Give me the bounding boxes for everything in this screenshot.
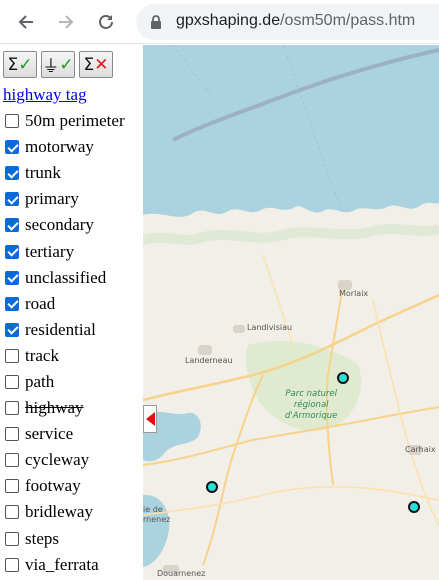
collapse-panel-button[interactable] (143, 405, 157, 433)
map-label-bay: ie de (143, 505, 163, 514)
tag-option-service[interactable]: service (5, 421, 125, 447)
sigma-icon: Σ (7, 54, 19, 75)
tag-option-cycleway[interactable]: cycleway (5, 447, 125, 473)
checkbox[interactable] (5, 479, 19, 494)
checkbox[interactable] (5, 140, 19, 155)
map-tiles (143, 45, 439, 580)
tag-label: service (25, 424, 74, 444)
tag-label: track (25, 345, 59, 365)
map-label-landivisiau: Landivisiau (247, 323, 293, 332)
tag-option-primary[interactable]: primary (5, 186, 125, 212)
back-button[interactable] (12, 8, 40, 36)
arrow-left-icon (18, 15, 33, 29)
ground-icon: ⏚ (42, 57, 60, 77)
address-bar[interactable]: gpxshaping.de/osm50m/pass.htm (136, 4, 439, 40)
map-label-bay-2: rnenez (143, 515, 171, 524)
tag-label: steps (25, 528, 59, 548)
url-text: gpxshaping.de/osm50m/pass.htm (176, 12, 416, 29)
select-ground-button[interactable]: ⏚ ✓ (41, 51, 75, 78)
checkbox[interactable] (5, 453, 19, 468)
reload-icon (99, 15, 113, 29)
tag-label: trunk (25, 163, 61, 183)
tag-label: 50m perimeter (25, 111, 125, 131)
map-label-carhaix: Carhaix (405, 445, 436, 454)
tag-label: highway (25, 398, 84, 418)
sigma-icon: Σ (83, 54, 95, 75)
tag-option-footway[interactable]: footway (5, 473, 125, 499)
checkbox[interactable] (5, 401, 19, 416)
checkbox[interactable] (5, 270, 19, 285)
tag-option-secondary[interactable]: secondary (5, 212, 125, 238)
tag-option-unclassified[interactable]: unclassified (5, 265, 125, 291)
tag-option-via-ferrata[interactable]: via_ferrata (5, 552, 125, 578)
triangle-left-icon (145, 412, 155, 426)
tag-label: unclassified (25, 267, 107, 287)
park-label: Parc naturel régional d'Armorique (285, 389, 338, 421)
checkbox[interactable] (5, 166, 19, 181)
tag-label: bridleway (25, 502, 93, 522)
checkbox[interactable] (5, 374, 19, 389)
checkbox[interactable] (5, 531, 19, 546)
checkbox[interactable] (5, 192, 19, 207)
tag-option-path[interactable]: path (5, 369, 125, 395)
tag-label: secondary (25, 215, 94, 235)
tag-option-50m-perimeter[interactable]: 50m perimeter (5, 108, 125, 134)
checkbox[interactable] (5, 218, 19, 233)
map-label-landerneau: Landerneau (185, 356, 233, 365)
arrow-right-icon (59, 15, 74, 29)
select-all-button[interactable]: Σ ✓ (3, 51, 37, 78)
tag-option-track[interactable]: track (5, 343, 125, 369)
tag-option-bridleway[interactable]: bridleway (5, 499, 125, 525)
tag-label: primary (25, 189, 79, 209)
tag-option-motorway[interactable]: motorway (5, 134, 125, 160)
clear-all-button[interactable]: Σ ✕ (79, 51, 113, 78)
tag-option-steps[interactable]: steps (5, 526, 125, 552)
cross-icon: ✕ (94, 54, 109, 75)
tag-label: path (25, 371, 55, 391)
checkbox[interactable] (5, 114, 19, 129)
tag-label: tertiary (25, 241, 75, 261)
lock-icon (151, 15, 161, 29)
checkbox[interactable] (5, 296, 19, 311)
tag-label: footway (25, 476, 81, 496)
highway-tag-list: 50m perimeter motorway trunk primary seconda… (5, 108, 125, 578)
checkbox[interactable] (5, 322, 19, 337)
tag-option-tertiary[interactable]: tertiary (5, 238, 125, 264)
browser-toolbar: gpxshaping.de/osm50m/pass.htm (0, 0, 439, 44)
tag-label: road (25, 293, 56, 313)
checkbox[interactable] (5, 348, 19, 363)
tag-option-highway[interactable]: highway (5, 395, 125, 421)
map-marker[interactable] (206, 481, 218, 493)
check-icon: ✓ (59, 54, 74, 75)
checkbox[interactable] (5, 244, 19, 259)
checkbox[interactable] (5, 505, 19, 520)
highway-filter-panel: Σ ✓ ⏚ ✓ Σ ✕ highway tag 50m perimeter motorw… (0, 45, 143, 580)
tag-option-trunk[interactable]: trunk (5, 160, 125, 186)
map-label-morlaix: Morlaix (339, 289, 369, 298)
forward-button[interactable] (52, 8, 80, 36)
map-view[interactable]: Morlaix Landivisiau Landerneau Carhaix D… (143, 45, 439, 580)
checkbox[interactable] (5, 427, 19, 442)
tag-label: cycleway (25, 450, 90, 470)
check-icon: ✓ (18, 54, 33, 75)
tag-label: motorway (25, 137, 94, 157)
tag-label: residential (25, 319, 96, 339)
map-marker[interactable] (408, 501, 420, 513)
map-label-douarnenez: Douarnenez (157, 569, 206, 578)
tag-option-residential[interactable]: residential (5, 317, 125, 343)
tag-label: via_ferrata (25, 554, 99, 574)
tag-option-road[interactable]: road (5, 291, 125, 317)
reload-button[interactable] (92, 8, 120, 36)
checkbox[interactable] (5, 557, 19, 572)
map-marker[interactable] (337, 372, 349, 384)
highway-tag-link[interactable]: highway tag (3, 85, 87, 105)
